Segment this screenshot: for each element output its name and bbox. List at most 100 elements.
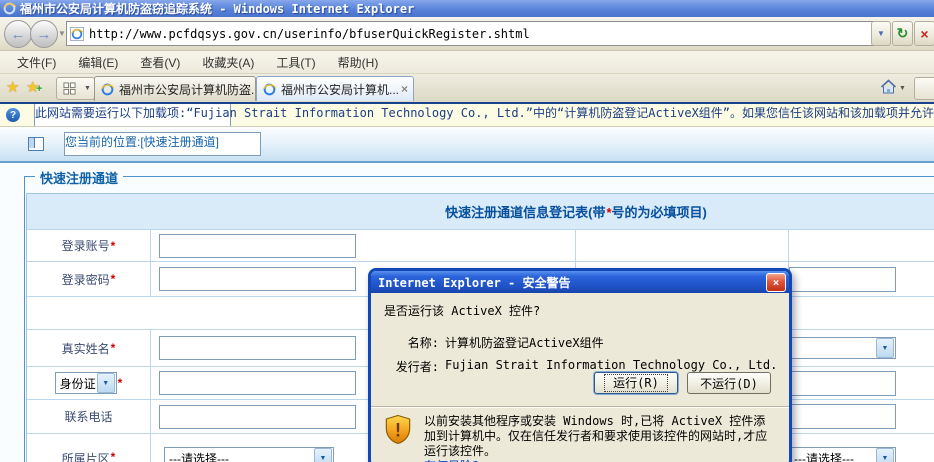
menu-edit[interactable]: 编辑(E) xyxy=(67,52,129,73)
menu-help[interactable]: 帮助(H) xyxy=(327,52,390,73)
dialog-close-button[interactable]: × xyxy=(766,273,786,292)
account-input[interactable] xyxy=(159,234,356,258)
info-icon: ? xyxy=(6,108,20,122)
account-label: 登录账号 xyxy=(62,237,110,254)
activex-info-bar[interactable]: ? 此网站需要运行以下加载项:“Fujian Strait Informatio… xyxy=(0,104,934,127)
menu-tools[interactable]: 工具(T) xyxy=(265,52,326,73)
realname-label: 真实姓名 xyxy=(62,340,110,357)
tab-inactive[interactable]: 福州市公安局计算机防盗... xyxy=(94,76,256,101)
password-input[interactable] xyxy=(159,267,356,291)
dialog-body: 是否运行该 ActiveX 控件? 名称: 计算机防盗登记ActiveX组件 发… xyxy=(371,293,789,462)
run-button[interactable]: 运行(R) xyxy=(594,372,678,394)
phone-input[interactable] xyxy=(159,405,356,429)
stop-icon: × xyxy=(920,26,928,42)
table-title: 快速注册通道信息登记表(带*号的为必填项目) xyxy=(445,202,707,221)
password-label: 登录密码 xyxy=(62,271,110,288)
back-button[interactable]: ← xyxy=(4,20,32,48)
table-row-account: 登录账号* xyxy=(27,229,934,261)
ie-logo-icon xyxy=(3,2,16,15)
right-district-value: ---请选择--- xyxy=(790,450,875,462)
table-title-row: 快速注册通道信息登记表(带*号的为必填项目) xyxy=(27,194,934,229)
id-type-select[interactable]: 身份证 ▼ xyxy=(55,372,117,394)
required-mark: * xyxy=(111,272,116,286)
id-type-value: 身份证 xyxy=(56,375,96,392)
tab-ie-icon xyxy=(101,83,114,96)
home-dropdown-icon[interactable]: ▼ xyxy=(899,85,906,92)
select-arrow-icon: ▼ xyxy=(97,373,115,393)
tab-label: 福州市公安局计算机... xyxy=(281,81,399,98)
chevron-down-icon: ▼ xyxy=(84,85,91,92)
history-dropdown-icon[interactable]: ▼ xyxy=(58,29,66,38)
select-arrow-icon: ▼ xyxy=(314,448,332,462)
dont-run-button[interactable]: 不运行(D) xyxy=(687,372,771,394)
tab-close-icon[interactable]: × xyxy=(401,82,408,96)
security-warning-dialog: Internet Explorer - 安全警告 × 是否运行该 ActiveX… xyxy=(368,268,792,462)
id-number-input[interactable] xyxy=(159,371,356,395)
dialog-title: Internet Explorer - 安全警告 xyxy=(378,274,571,291)
menu-bar: 文件(F) 编辑(E) 查看(V) 收藏夹(A) 工具(T) 帮助(H) xyxy=(0,51,934,74)
publisher-label: 发行者: xyxy=(371,358,439,375)
dialog-question: 是否运行该 ActiveX 控件? xyxy=(371,293,789,319)
district-select[interactable]: ---请选择--- ▼ xyxy=(164,447,334,462)
stop-button[interactable]: × xyxy=(914,21,934,46)
navigation-bar: ← → ▼ http://www.pcfdqsys.gov.cn/userinf… xyxy=(0,17,934,51)
toolbar-partial-icon[interactable] xyxy=(914,77,934,100)
tab-ie-icon xyxy=(263,83,276,96)
phone-label: 联系电话 xyxy=(64,408,112,425)
back-icon: ← xyxy=(11,26,26,43)
name-label: 名称: xyxy=(371,334,439,351)
right-realname-row-select[interactable]: ▼ xyxy=(789,337,896,359)
location-page-icon xyxy=(28,137,44,151)
dialog-buttons: 运行(R) 不运行(D) xyxy=(594,372,771,394)
required-mark: * xyxy=(111,341,116,355)
tab-active[interactable]: 福州市公安局计算机... × xyxy=(256,76,414,101)
window-titlebar: 福州市公安局计算机防盗窃追踪系统 - Windows Internet Expl… xyxy=(0,0,934,17)
address-dropdown-button[interactable]: ▼ xyxy=(871,21,891,46)
select-arrow-icon: ▼ xyxy=(876,448,894,462)
shield-warning-icon: ! xyxy=(384,414,412,445)
address-bar[interactable]: http://www.pcfdqsys.gov.cn/userinfo/bfus… xyxy=(66,21,875,46)
tabs-bar: ★ ★ + ▼ 福州市公安局计算机防盗... 福州市公安局计算机... × ▼ xyxy=(0,74,934,104)
info-bar-text[interactable]: 此网站需要运行以下加载项:“Fujian Strait Information … xyxy=(34,104,231,127)
breadcrumb: 您当前的位置:[快速注册通道] xyxy=(64,132,261,156)
menu-favorites[interactable]: 收藏夹(A) xyxy=(191,52,265,73)
url-text[interactable]: http://www.pcfdqsys.gov.cn/userinfo/bfus… xyxy=(89,27,530,41)
menu-view[interactable]: 查看(V) xyxy=(129,52,191,73)
window-title: 福州市公安局计算机防盗窃追踪系统 - Windows Internet Expl… xyxy=(20,0,414,17)
warning-text: 以前安装其他程序或安装 Windows 时,已将 ActiveX 控件添加到计算… xyxy=(424,414,767,458)
right-password-row-input[interactable] xyxy=(789,267,896,292)
exclamation-mark: ! xyxy=(392,421,403,442)
forward-icon: → xyxy=(37,26,52,43)
home-icon[interactable] xyxy=(880,79,897,95)
quick-tabs-button[interactable] xyxy=(56,77,83,100)
page-content: 快速注册通道 快速注册通道信息登记表(带*号的为必填项目) 登录账号* 登录密码… xyxy=(0,163,934,462)
tab-list-dropdown-button[interactable]: ▼ xyxy=(81,77,95,100)
refresh-button[interactable]: ↻ xyxy=(892,21,913,46)
chevron-down-icon: ▼ xyxy=(877,29,885,38)
add-favorite-plus-icon: + xyxy=(36,83,42,95)
warning-text-block: 以前安装其他程序或安装 Windows 时,已将 ActiveX 控件添加到计算… xyxy=(424,414,776,462)
menu-file[interactable]: 文件(F) xyxy=(6,52,67,73)
right-id-row-input[interactable] xyxy=(789,371,896,396)
breadcrumb-bar: 您当前的位置:[快速注册通道] xyxy=(0,127,934,163)
district-label: 所属片区 xyxy=(62,450,110,462)
select-arrow-icon: ▼ xyxy=(876,338,894,358)
required-mark: * xyxy=(111,239,116,253)
dialog-name-row: 名称: 计算机防盗登记ActiveX组件 xyxy=(371,334,789,351)
close-icon: × xyxy=(773,276,780,289)
fieldset-legend: 快速注册通道 xyxy=(35,168,123,187)
realname-input[interactable] xyxy=(159,336,356,360)
quick-tabs-grid-icon xyxy=(63,82,76,95)
favorites-center-icon[interactable]: ★ xyxy=(6,78,19,96)
dialog-divider xyxy=(371,406,789,408)
dialog-titlebar[interactable]: Internet Explorer - 安全警告 × xyxy=(371,271,789,293)
right-district-row-select[interactable]: ---请选择--- ▼ xyxy=(789,447,896,462)
forward-button[interactable]: → xyxy=(30,20,58,48)
right-phone-row-input[interactable] xyxy=(789,404,896,429)
tab-label: 福州市公安局计算机防盗... xyxy=(119,81,256,98)
refresh-icon: ↻ xyxy=(897,25,909,42)
page-ie-icon xyxy=(70,27,84,41)
required-mark: * xyxy=(118,376,123,390)
required-mark: * xyxy=(111,450,116,462)
name-value: 计算机防盗登记ActiveX组件 xyxy=(445,334,604,351)
